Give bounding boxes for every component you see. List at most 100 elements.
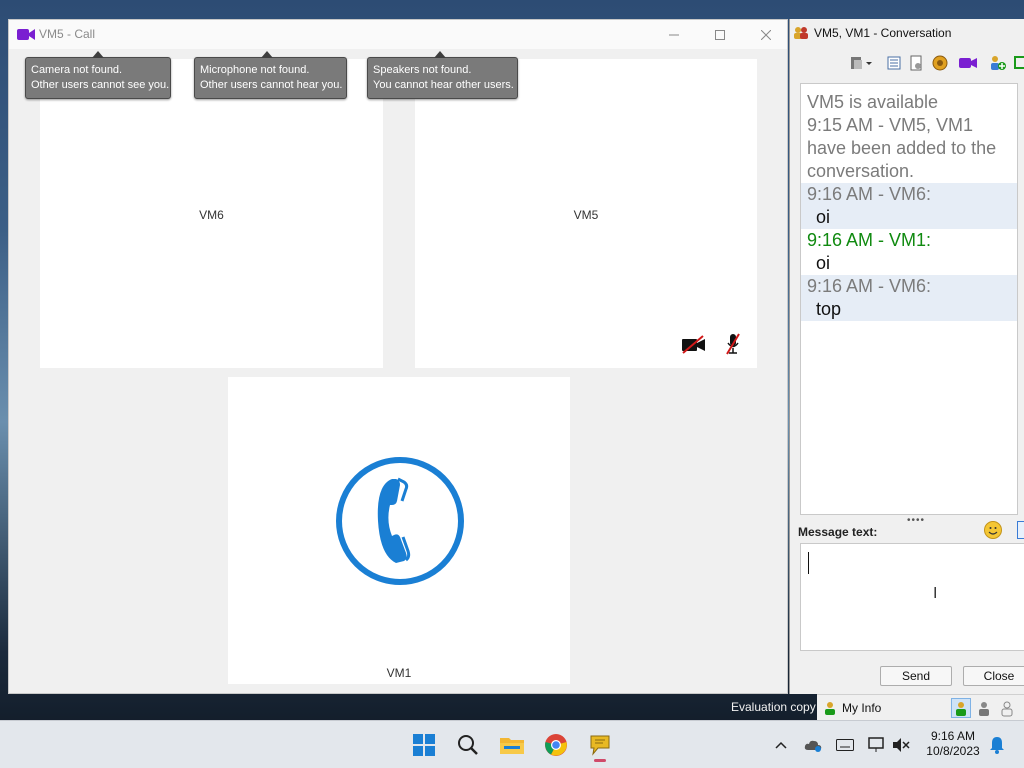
participant-name: VM6 — [199, 208, 224, 222]
chat-history[interactable]: VM5 is available 9:15 AM - VM5, VM1 have… — [800, 83, 1018, 515]
contacts-icon — [794, 27, 808, 39]
message-body: oi — [816, 253, 831, 273]
participant-tile-vm1[interactable]: VM1 — [228, 377, 570, 684]
resize-grip[interactable]: •••• — [907, 515, 925, 526]
volume-muted-icon — [893, 738, 910, 752]
camera-not-found-tooltip: Camera not found. Other users cannot see… — [25, 51, 171, 99]
document-icon — [910, 55, 922, 71]
onedrive-tray-button[interactable] — [803, 735, 823, 755]
my-info-button[interactable]: My Info — [842, 701, 881, 715]
conversation-title: VM5, VM1 - Conversation — [814, 26, 952, 40]
microphone-off-icon — [726, 333, 740, 355]
network-tray-button[interactable] — [867, 735, 887, 755]
add-participant-button[interactable] — [988, 53, 1008, 73]
tooltip-line: Speakers not found. — [373, 64, 472, 76]
send-file-dropdown-button[interactable] — [848, 53, 874, 73]
active-app-indicator — [594, 759, 606, 762]
search-icon — [458, 735, 478, 755]
tooltip-line: Other users cannot see you. — [31, 79, 170, 91]
messenger-app-button[interactable] — [584, 729, 616, 762]
conversation-titlebar: VM5, VM1 - Conversation — [790, 19, 1024, 48]
microphone-not-found-tooltip: Microphone not found. Other users cannot… — [194, 51, 347, 99]
folder-icon — [500, 738, 524, 754]
conversation-toolbar — [790, 51, 1024, 77]
tooltip-line: You cannot hear other users. — [373, 79, 514, 91]
keyboard-tray-button[interactable] — [835, 735, 855, 755]
smiley-face-icon — [988, 527, 998, 535]
toolbar-more-button[interactable] — [1012, 53, 1024, 73]
emoticons-button[interactable] — [930, 53, 950, 73]
clock[interactable]: 9:16 AM 10/8/2023 — [918, 729, 988, 759]
chrome-icon — [545, 734, 567, 756]
call-titlebar: VM5 - Call — [9, 20, 787, 49]
message-body: oi — [801, 206, 1017, 229]
call-window-title: VM5 - Call — [39, 27, 96, 41]
notifications-button[interactable] — [987, 735, 1007, 755]
print-button[interactable] — [906, 53, 926, 73]
camera-off-icon — [682, 335, 705, 354]
user-offline-icon[interactable] — [998, 699, 1016, 717]
start-button[interactable] — [408, 729, 440, 761]
system-message: 9:15 AM - VM5, VM1 have been added to th… — [807, 115, 997, 181]
participant-tile-vm5[interactable]: VM5 — [415, 59, 757, 368]
show-hidden-icons-button[interactable] — [771, 735, 791, 755]
participant-tile-vm6[interactable]: VM6 — [40, 59, 383, 368]
gear-icon — [932, 55, 948, 71]
participant-name: VM5 — [573, 208, 599, 222]
volume-tray-button[interactable] — [891, 735, 911, 755]
clock-date: 10/8/2023 — [926, 744, 980, 758]
search-button[interactable] — [452, 729, 484, 761]
evaluation-copy-text: Evaluation copy — [731, 700, 816, 714]
text-caret — [808, 552, 809, 574]
video-camera-icon — [959, 58, 977, 68]
send-button[interactable]: Send — [880, 666, 952, 686]
status-online-button[interactable] — [951, 698, 971, 718]
my-info-bar: My Info — [817, 694, 1024, 720]
tooltip-line: Other users cannot hear you. — [200, 79, 343, 91]
message-header: 9:16 AM - VM6: — [801, 183, 1017, 206]
message-header: 9:16 AM - VM1: — [807, 230, 932, 250]
minimize-icon — [669, 34, 679, 35]
close-button[interactable]: Close — [963, 666, 1024, 686]
smiley-icon[interactable] — [984, 521, 1002, 539]
tooltip-line: Camera not found. — [31, 64, 123, 76]
send-file-icon — [851, 57, 872, 69]
user-online-icon — [956, 702, 966, 716]
maximize-icon — [715, 29, 725, 40]
call-window: VM5 - Call VM6 VM5 VM1 Camera not found.… — [8, 19, 788, 694]
speakers-not-found-tooltip: Speakers not found. You cannot hear othe… — [367, 51, 518, 99]
maximize-button[interactable] — [697, 20, 743, 49]
chrome-button[interactable] — [540, 729, 572, 761]
cloud-icon — [804, 740, 822, 752]
video-camera-icon — [17, 29, 35, 40]
video-call-button[interactable] — [958, 53, 978, 73]
minimize-button[interactable] — [651, 20, 697, 49]
font-format-button[interactable] — [1017, 521, 1024, 539]
message-input[interactable]: I — [800, 543, 1024, 651]
chevron-up-icon — [775, 741, 787, 749]
phone-call-icon — [336, 457, 464, 585]
history-icon — [887, 56, 901, 70]
network-icon — [868, 737, 884, 752]
keyboard-icon — [836, 739, 854, 751]
message-header: 9:16 AM - VM6: — [801, 275, 1017, 298]
ibeam-cursor-icon: I — [933, 585, 938, 602]
taskbar: 9:16 AM 10/8/2023 — [0, 720, 1024, 768]
windows-start-icon — [413, 734, 435, 756]
message-text-label: Message text: — [798, 525, 878, 539]
history-button[interactable] — [884, 53, 904, 73]
conversation-window: VM5, VM1 - Conversation VM5 is available… — [789, 19, 1024, 694]
user-away-icon[interactable] — [975, 699, 993, 717]
tooltip-line: Microphone not found. — [200, 64, 310, 76]
chat-bubble-icon — [590, 735, 610, 756]
close-icon — [761, 29, 771, 40]
message-body: top — [801, 298, 1017, 321]
add-user-icon — [991, 56, 1006, 70]
file-explorer-button[interactable] — [496, 729, 528, 761]
clock-time: 9:16 AM — [930, 729, 976, 743]
screen-share-icon — [1014, 56, 1024, 69]
close-window-button[interactable] — [743, 20, 789, 49]
system-message: VM5 is available — [807, 92, 939, 112]
bell-icon — [990, 737, 1004, 754]
user-info-icon — [825, 702, 835, 715]
